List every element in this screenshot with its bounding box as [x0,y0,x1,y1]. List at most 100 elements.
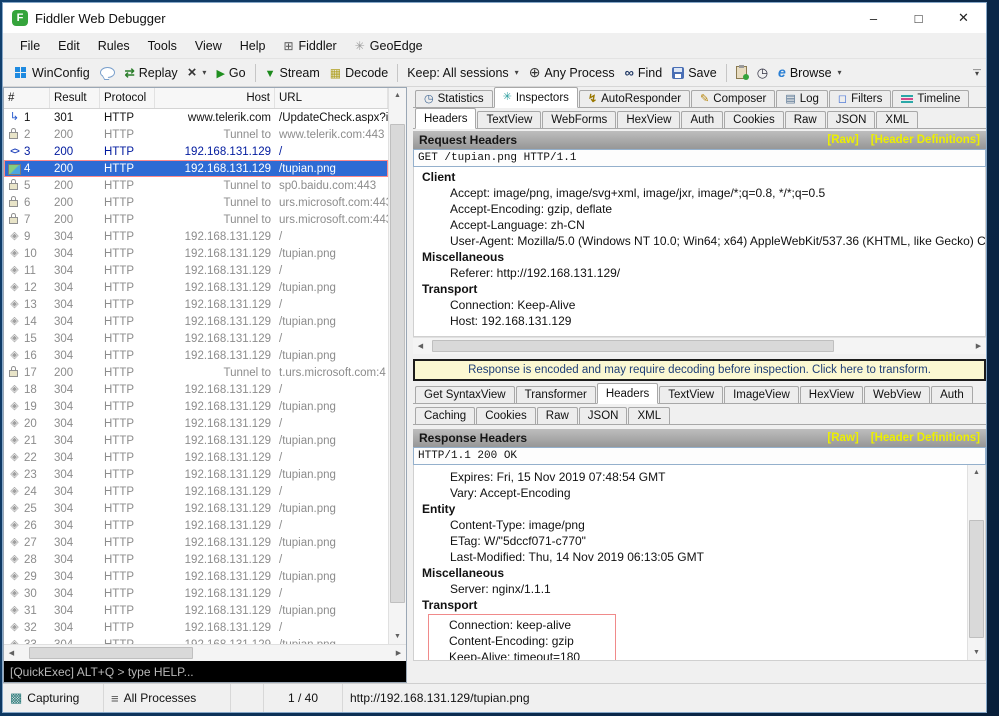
tab-get-syntaxview[interactable]: Get SyntaxView [415,386,515,403]
tab-cookies[interactable]: Cookies [476,407,536,424]
menu-fiddler[interactable]: Fiddler [274,33,345,58]
column-header-num[interactable]: # [4,88,50,108]
tab-webforms[interactable]: WebForms [542,111,616,128]
remove-sessions-button[interactable]: ▾ [183,61,212,85]
session-row[interactable]: 29304HTTP192.168.131.129/tupian.png [4,568,388,585]
scroll-thumb[interactable] [432,340,834,352]
request-header-definitions-link[interactable]: [Header Definitions] [871,134,980,146]
session-row[interactable]: 10304HTTP192.168.131.129/tupian.png [4,245,388,262]
close-button[interactable]: ✕ [941,3,986,33]
session-row[interactable]: 16304HTTP192.168.131.129/tupian.png [4,347,388,364]
tab-raw[interactable]: Raw [537,407,578,424]
keep-sessions-dropdown[interactable]: Keep: All sessions ▾ [402,61,523,85]
menu-edit[interactable]: Edit [49,33,89,58]
scroll-left-icon[interactable]: ◀ [413,339,428,354]
tab-hexview[interactable]: HexView [617,111,680,128]
session-row[interactable]: 9304HTTP192.168.131.129/ [4,228,388,245]
comment-button[interactable] [95,61,120,85]
menu-help[interactable]: Help [231,33,275,58]
tab-auth[interactable]: Auth [931,386,973,403]
menu-rules[interactable]: Rules [89,33,139,58]
tab-textview[interactable]: TextView [477,111,541,128]
session-row[interactable]: 33304HTTP192.168.131.129/tupian.png [4,636,388,644]
scroll-thumb[interactable] [29,647,193,659]
session-row[interactable]: 24304HTTP192.168.131.129/ [4,483,388,500]
toolbar-overflow-button[interactable]: —▾ [970,62,984,82]
scroll-thumb[interactable] [390,124,405,603]
tab-filters[interactable]: Filters [829,90,891,107]
session-row[interactable]: 5200HTTPTunnel tosp0.baidu.com:443 [4,177,388,194]
tab-xml[interactable]: XML [628,407,670,424]
tab-timeline[interactable]: Timeline [892,90,969,107]
quickexec-input[interactable]: [QuickExec] ALT+Q > type HELP... [4,661,406,682]
session-row[interactable]: 3200HTTP192.168.131.129/ [4,143,388,160]
session-row[interactable]: 1301HTTPwww.telerik.com/UpdateCheck.aspx… [4,109,388,126]
tab-autoresponder[interactable]: AutoResponder [579,90,690,107]
tab-headers[interactable]: Headers [597,383,658,404]
replay-button[interactable]: Replay [120,61,183,85]
session-row[interactable]: 12304HTTP192.168.131.129/tupian.png [4,279,388,296]
scroll-up-icon[interactable]: ▲ [389,88,406,103]
timer-button[interactable] [752,61,773,85]
session-row[interactable]: 21304HTTP192.168.131.129/tupian.png [4,432,388,449]
tab-imageview[interactable]: ImageView [724,386,799,403]
request-raw-link[interactable]: [Raw] [827,134,858,146]
session-row[interactable]: 4200HTTP192.168.131.129/tupian.png [4,160,388,177]
session-row[interactable]: 6200HTTPTunnel tours.microsoft.com:443 [4,194,388,211]
capturing-toggle[interactable]: Capturing [3,684,104,712]
session-row[interactable]: 32304HTTP192.168.131.129/ [4,619,388,636]
session-row[interactable]: 2200HTTPTunnel towww.telerik.com:443 [4,126,388,143]
stream-button[interactable]: Stream [260,61,325,85]
response-status-line[interactable]: HTTP/1.1 200 OK [413,447,986,465]
scroll-thumb[interactable] [969,520,984,639]
browse-button[interactable]: Browse ▾ [773,61,847,85]
any-process-button[interactable]: Any Process [524,61,620,85]
session-row[interactable]: 28304HTTP192.168.131.129/ [4,551,388,568]
menu-view[interactable]: View [186,33,231,58]
find-button[interactable]: Find [620,61,668,85]
session-row[interactable]: 31304HTTP192.168.131.129/tupian.png [4,602,388,619]
session-list-vscrollbar[interactable]: ▲ ▼ [388,88,406,644]
transform-notice[interactable]: Response is encoded and may require deco… [413,359,986,381]
menu-tools[interactable]: Tools [139,33,186,58]
tab-statistics[interactable]: Statistics [415,90,493,107]
session-row[interactable]: 14304HTTP192.168.131.129/tupian.png [4,313,388,330]
tab-composer[interactable]: Composer [691,90,775,107]
response-raw-link[interactable]: [Raw] [827,432,858,444]
column-header-url[interactable]: URL [275,88,388,108]
session-row[interactable]: 25304HTTP192.168.131.129/tupian.png [4,500,388,517]
session-row[interactable]: 18304HTTP192.168.131.129/ [4,381,388,398]
scroll-down-icon[interactable]: ▼ [968,645,985,660]
tab-inspectors[interactable]: Inspectors [494,87,578,108]
column-header-host[interactable]: Host [155,88,275,108]
session-list-hscrollbar[interactable]: ◀ ▶ [4,644,406,661]
tab-xml[interactable]: XML [876,111,918,128]
tab-raw[interactable]: Raw [785,111,826,128]
menu-geoedge[interactable]: GeoEdge [346,33,432,58]
tab-json[interactable]: JSON [579,407,628,424]
go-button[interactable]: Go [211,61,250,85]
tab-webview[interactable]: WebView [864,386,930,403]
minimize-button[interactable]: – [851,3,896,33]
scroll-left-icon[interactable]: ◀ [4,646,19,661]
session-row[interactable]: 26304HTTP192.168.131.129/ [4,517,388,534]
tab-textview[interactable]: TextView [659,386,723,403]
session-row[interactable]: 19304HTTP192.168.131.129/tupian.png [4,398,388,415]
session-row[interactable]: 20304HTTP192.168.131.129/ [4,415,388,432]
tab-hexview[interactable]: HexView [800,386,863,403]
session-row[interactable]: 27304HTTP192.168.131.129/tupian.png [4,534,388,551]
session-row[interactable]: 11304HTTP192.168.131.129/ [4,262,388,279]
session-row[interactable]: 13304HTTP192.168.131.129/ [4,296,388,313]
tab-cookies[interactable]: Cookies [724,111,784,128]
tab-caching[interactable]: Caching [415,407,475,424]
scroll-right-icon[interactable]: ▶ [971,339,986,354]
paste-sessions-button[interactable] [731,61,752,85]
decode-button[interactable]: Decode [325,61,393,85]
request-tree-hscrollbar[interactable]: ◀ ▶ [413,337,986,354]
scroll-up-icon[interactable]: ▲ [968,465,985,480]
session-row[interactable]: 17200HTTPTunnel tot.urs.microsoft.com:4 [4,364,388,381]
tab-headers[interactable]: Headers [415,108,476,129]
column-header-result[interactable]: Result [50,88,100,108]
process-filter-toggle[interactable]: All Processes [104,684,231,712]
save-button[interactable]: Save [667,61,722,85]
